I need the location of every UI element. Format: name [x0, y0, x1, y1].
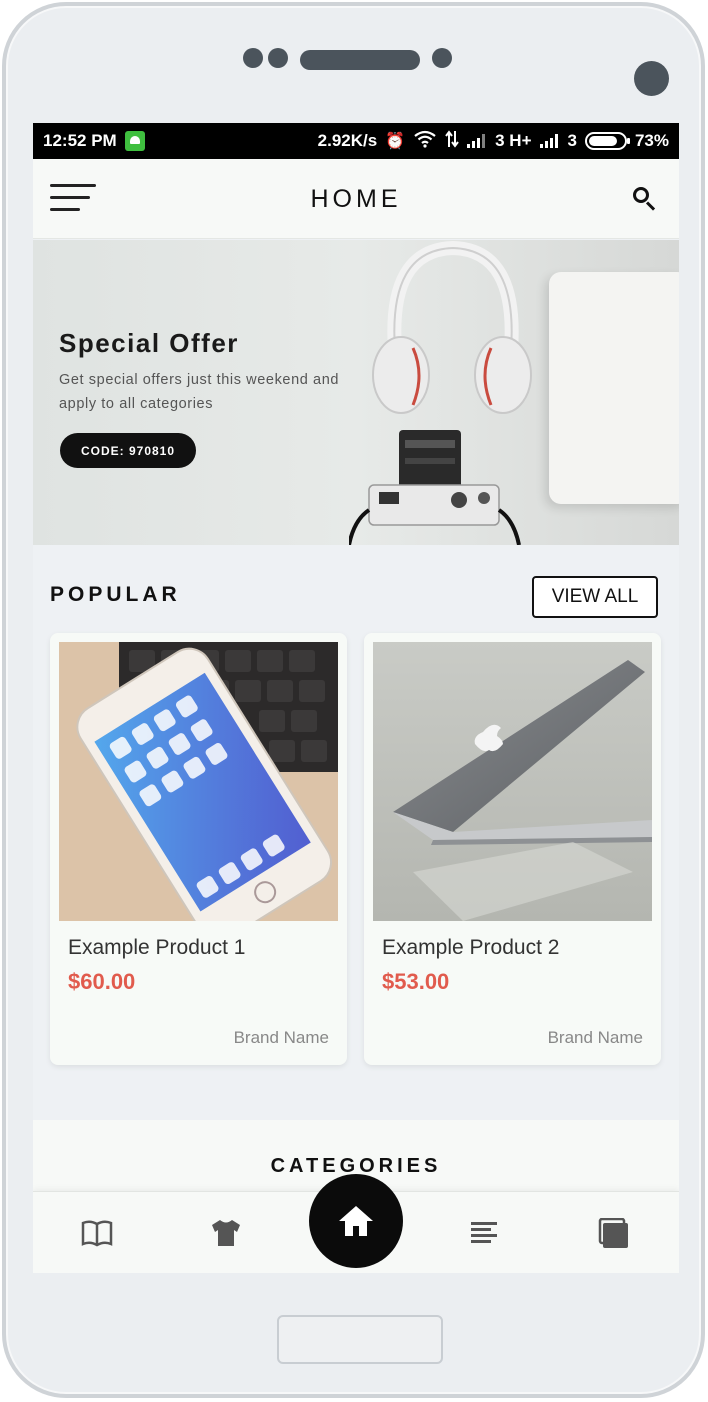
network-speed: 2.92K/s — [317, 131, 378, 150]
promo-code-button[interactable]: CODE: 970810 — [60, 433, 196, 468]
book-icon[interactable] — [80, 1218, 114, 1248]
sim2-label: 3 — [567, 131, 577, 150]
banner-title: Special Offer — [59, 328, 239, 358]
product-brand: Brand Name — [547, 1028, 643, 1047]
product-card[interactable]: Example Product 2 $53.00 Brand Name — [364, 633, 661, 1065]
front-camera — [634, 61, 669, 96]
signal-icon — [539, 134, 560, 148]
status-time: 12:52 PM — [43, 131, 117, 150]
laptop-illustration — [549, 272, 679, 504]
layers-icon[interactable] — [596, 1217, 630, 1248]
product-card[interactable]: Example Product 1 $60.00 Brand Name — [50, 633, 347, 1065]
hardware-home-button[interactable] — [277, 1315, 443, 1364]
product-image-iphone — [59, 642, 338, 921]
page-title: HOME — [310, 185, 402, 213]
android-notification-icon — [124, 131, 145, 151]
section-title: POPULAR — [50, 583, 181, 606]
tshirt-icon[interactable] — [209, 1218, 243, 1248]
app-bar: HOME — [33, 159, 679, 239]
alarm-icon: ⏰ — [385, 133, 406, 150]
list-icon[interactable] — [467, 1218, 501, 1248]
sensor-dot — [432, 48, 452, 68]
view-all-button[interactable]: VIEW ALL — [532, 576, 658, 618]
app-screen: 12:52 PM 2.92K/s ⏰ 3 H+ 3 73% HOME Speci… — [33, 123, 679, 1273]
wifi-icon — [413, 130, 437, 153]
earpiece-speaker — [300, 50, 420, 70]
battery-icon — [584, 132, 630, 150]
camera-illustration — [349, 430, 521, 545]
network-type: 3 H+ — [495, 131, 532, 150]
promo-banner[interactable]: Special Offer Get special offers just th… — [33, 240, 679, 545]
search-icon[interactable] — [633, 187, 657, 211]
popular-section: POPULAR VIEW ALL Example Product 1 $60.0… — [33, 545, 679, 1120]
product-price: $60.00 — [68, 969, 136, 994]
status-bar: 12:52 PM 2.92K/s ⏰ 3 H+ 3 73% — [33, 123, 679, 159]
sensor-dot — [243, 48, 263, 68]
product-image-macbook — [373, 642, 652, 921]
product-price: $53.00 — [382, 969, 450, 994]
home-icon[interactable] — [309, 1174, 403, 1268]
banner-subtitle: Get special offers just this weekend and… — [59, 372, 340, 412]
sensor-dot — [268, 48, 288, 68]
headphones-illustration — [372, 240, 532, 414]
signal-icon — [467, 134, 487, 148]
data-transfer-icon — [445, 129, 459, 153]
product-name: Example Product 1 — [68, 936, 246, 959]
battery-percent: 73% — [634, 131, 669, 150]
product-brand: Brand Name — [233, 1028, 329, 1047]
product-name: Example Product 2 — [382, 936, 560, 959]
